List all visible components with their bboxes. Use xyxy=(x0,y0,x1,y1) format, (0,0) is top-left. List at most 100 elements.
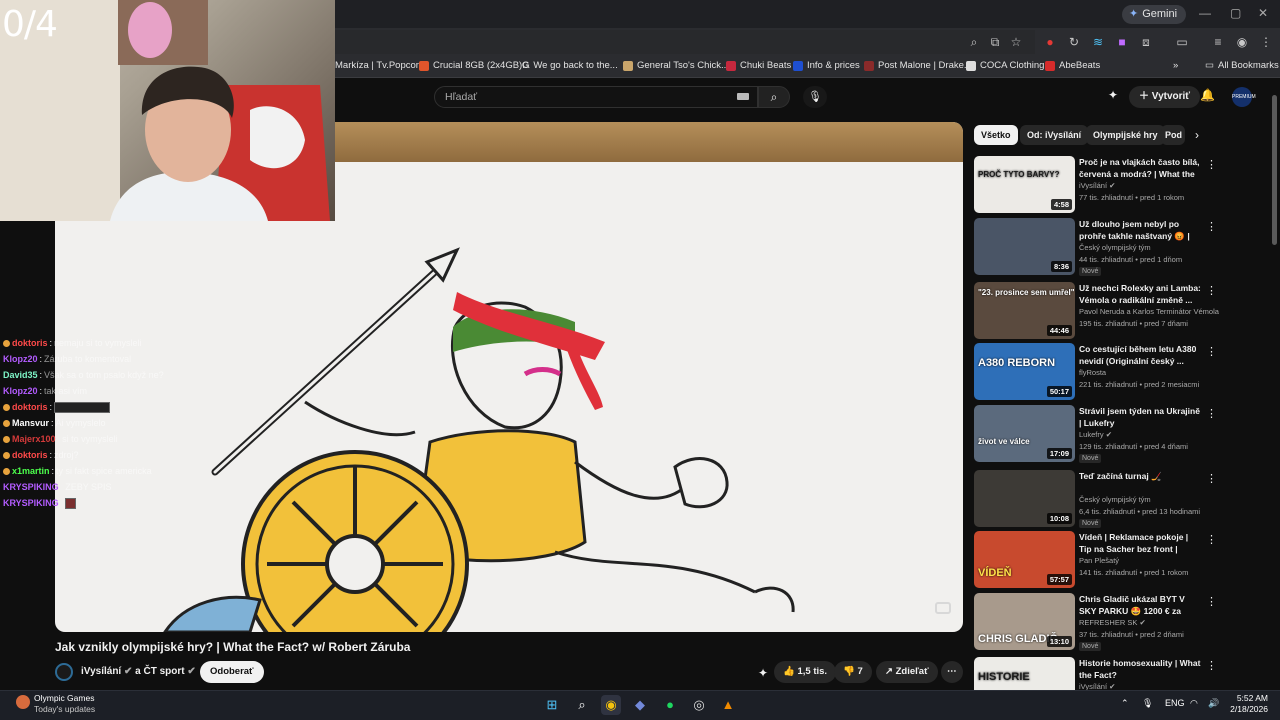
share-button[interactable]: ↗ Zdieľať xyxy=(876,661,938,683)
chat-username[interactable]: David35 xyxy=(3,367,38,383)
maximize-icon[interactable]: ▢ xyxy=(1230,6,1241,20)
ask-sparkle-icon[interactable]: ✦ xyxy=(758,666,768,680)
recommended-video[interactable]: život ve válce 17:09 Strávil jsem týden na… xyxy=(974,405,1274,463)
recommended-video[interactable]: 10:08 Teď začíná turnaj 🏒 Český olympijský… xyxy=(974,470,1274,528)
recommended-channel[interactable]: flyRosta xyxy=(1079,368,1106,377)
bookmark-item[interactable]: COCA Clothing xyxy=(966,60,1044,71)
taskbar-search-icon[interactable]: ⌕ xyxy=(572,695,592,715)
recommended-channel[interactable]: Lukefry ✔ xyxy=(1079,430,1112,439)
page-scrollbar[interactable] xyxy=(1272,95,1277,245)
chevron-right-icon[interactable]: › xyxy=(1195,128,1199,142)
chip-partial[interactable]: Pod xyxy=(1161,125,1185,145)
more-options-icon[interactable]: ⋮ xyxy=(1206,595,1217,608)
discord-app-icon[interactable]: ◆ xyxy=(630,695,650,715)
chat-username[interactable]: doktoris xyxy=(12,399,48,415)
bookmark-item[interactable]: Chuki Beats xyxy=(726,60,791,71)
more-options-icon[interactable]: ⋮ xyxy=(1206,472,1217,485)
start-windows-icon[interactable]: ⊞ xyxy=(542,695,562,715)
obs-app-icon[interactable]: ◎ xyxy=(689,695,709,715)
like-button[interactable]: 👍 1,5 tis. xyxy=(774,661,837,683)
more-actions-button[interactable]: ⋯ xyxy=(941,661,963,683)
notifications-bell-icon[interactable]: 🔔 xyxy=(1200,88,1215,102)
bookmark-item[interactable]: General Tso's Chick... xyxy=(623,60,729,71)
chat-username[interactable]: doktoris xyxy=(12,335,48,351)
chat-username[interactable]: Majerx100 xyxy=(12,431,56,447)
chrome-app-icon[interactable]: ◉ xyxy=(601,695,621,715)
recommended-video[interactable]: "23. prosince sem umřel" 44:46 Už nechci R… xyxy=(974,282,1274,340)
media-controls-icon[interactable]: ≡ xyxy=(1210,34,1226,50)
create-button[interactable]: ＋ Vytvoriť xyxy=(1129,86,1201,108)
more-options-icon[interactable]: ⋮ xyxy=(1206,659,1217,672)
voice-search-button[interactable]: 🎙 xyxy=(803,86,827,108)
keyboard-icon[interactable] xyxy=(737,93,749,100)
search-button[interactable]: ⌕ xyxy=(758,86,790,108)
channel-name[interactable]: iVysílání ✔ a ČT sport ✔ xyxy=(81,666,196,677)
tray-mic-icon[interactable]: 🎙 xyxy=(1142,698,1153,709)
video-thumbnail[interactable]: život ve válce 17:09 xyxy=(974,405,1075,462)
video-thumbnail[interactable]: VÍDEŇ 57:57 xyxy=(974,531,1075,588)
extensions-puzzle-icon[interactable]: ⧈ xyxy=(1138,34,1154,50)
video-thumbnail[interactable]: "23. prosince sem umřel" 44:46 xyxy=(974,282,1075,339)
extension-wave-icon[interactable]: ≋ xyxy=(1090,34,1106,50)
recommended-title[interactable]: Co cestující během letu A380 nevidí (Ori… xyxy=(1079,343,1203,367)
more-options-icon[interactable]: ⋮ xyxy=(1206,345,1217,358)
chat-username[interactable]: KRYSPIKING xyxy=(3,495,59,511)
install-app-icon[interactable]: ⧉ xyxy=(987,34,1003,50)
volume-icon[interactable]: 🔊 xyxy=(1208,698,1219,709)
chip-olympics[interactable]: Olympijské hry xyxy=(1086,125,1165,145)
recommended-video[interactable]: A380 REBORN 50:17 Co cestující během letu … xyxy=(974,343,1274,401)
profile-icon[interactable]: ◉ xyxy=(1234,34,1250,50)
recommended-title[interactable]: Historie homosexuality | What the Fact? xyxy=(1079,657,1203,681)
more-options-icon[interactable]: ⋮ xyxy=(1206,533,1217,546)
recommended-channel[interactable]: Český olympijský tým xyxy=(1079,243,1151,252)
chat-username[interactable]: KRYSPIKING xyxy=(3,479,59,495)
spotify-app-icon[interactable]: ● xyxy=(660,695,680,715)
news-widget-icon[interactable] xyxy=(16,695,30,709)
more-options-icon[interactable]: ⋮ xyxy=(1206,158,1217,171)
more-options-icon[interactable]: ⋮ xyxy=(1206,407,1217,420)
bookmark-item[interactable]: Info & prices xyxy=(793,60,860,71)
all-bookmarks[interactable]: ▭ All Bookmarks xyxy=(1205,60,1279,71)
video-thumbnail[interactable]: A380 REBORN 50:17 xyxy=(974,343,1075,400)
bookmark-item[interactable]: AbeBeats xyxy=(1045,60,1100,71)
recommended-video[interactable]: 8:36 Už dlouho jsem nebyl po prohře takhl… xyxy=(974,218,1274,276)
minimize-icon[interactable]: — xyxy=(1199,6,1211,20)
vlc-app-icon[interactable]: ▲ xyxy=(718,695,738,715)
chat-username[interactable]: Klopz20 xyxy=(3,383,38,399)
more-options-icon[interactable]: ⋮ xyxy=(1206,284,1217,297)
subscribe-button[interactable]: Odoberať xyxy=(200,661,264,683)
chat-username[interactable]: doktoris xyxy=(12,447,48,463)
chat-username[interactable]: Mansvur xyxy=(12,415,49,431)
zoom-icon[interactable]: ⌕ xyxy=(966,34,982,50)
url-bar[interactable] xyxy=(335,30,1035,54)
reading-list-icon[interactable]: ▭ xyxy=(1174,34,1190,50)
chat-username[interactable]: Klopz20 xyxy=(3,351,38,367)
recommended-title[interactable]: Proč je na vlajkách často bílá, červená … xyxy=(1079,156,1203,180)
bookmark-item[interactable]: Markíza | Tv.Popcor... xyxy=(335,60,426,71)
chip-all[interactable]: Všetko xyxy=(974,125,1018,145)
dislike-button[interactable]: 👎 7 xyxy=(834,661,872,683)
recommended-title[interactable]: Strávil jsem týden na Ukrajině | Lukefry xyxy=(1079,405,1203,429)
menu-dots-icon[interactable]: ⋮ xyxy=(1258,34,1274,50)
bookmark-item[interactable]: Post Malone | Drake... xyxy=(864,60,972,71)
channel-avatar[interactable] xyxy=(55,663,73,681)
recommended-channel[interactable]: iVysílání ✔ xyxy=(1079,181,1115,190)
casting-sparkle-icon[interactable]: ✦ xyxy=(1108,88,1118,102)
extension-arrow-icon[interactable]: ↻ xyxy=(1066,34,1082,50)
recommended-video[interactable]: CHRIS GLADIČ 13:10 Chris Gladič ukázal BYT… xyxy=(974,593,1274,651)
video-thumbnail[interactable]: 10:08 xyxy=(974,470,1075,527)
recommended-channel[interactable]: Český olympijský tým xyxy=(1079,495,1151,504)
bookmark-star-icon[interactable]: ☆ xyxy=(1008,34,1024,50)
recommended-channel[interactable]: Pavol Neruda a Karlos Terminátor Vémola xyxy=(1079,307,1219,316)
wifi-icon[interactable]: ◠ xyxy=(1190,698,1198,709)
recommended-title[interactable]: Už dlouho jsem nebyl po prohře takhle na… xyxy=(1079,218,1203,242)
recommended-video[interactable]: VÍDEŇ 57:57 Vídeň | Reklamace pokoje | Tip… xyxy=(974,531,1274,589)
recommended-title[interactable]: Vídeň | Reklamace pokoje | Tip na Sacher… xyxy=(1079,531,1203,555)
video-thumbnail[interactable]: CHRIS GLADIČ 13:10 xyxy=(974,593,1075,650)
chip-from-channel[interactable]: Od: iVysílání xyxy=(1020,125,1089,145)
gemini-button[interactable]: ✦ Gemini xyxy=(1122,5,1187,24)
video-thumbnail[interactable]: 8:36 xyxy=(974,218,1075,275)
recommended-title[interactable]: Chris Gladič ukázal BYT V SKY PARKU 🤩 12… xyxy=(1079,593,1203,617)
extension-purple-icon[interactable]: ■ xyxy=(1114,34,1130,50)
bookmark-item[interactable]: G We go back to the... xyxy=(522,60,618,71)
